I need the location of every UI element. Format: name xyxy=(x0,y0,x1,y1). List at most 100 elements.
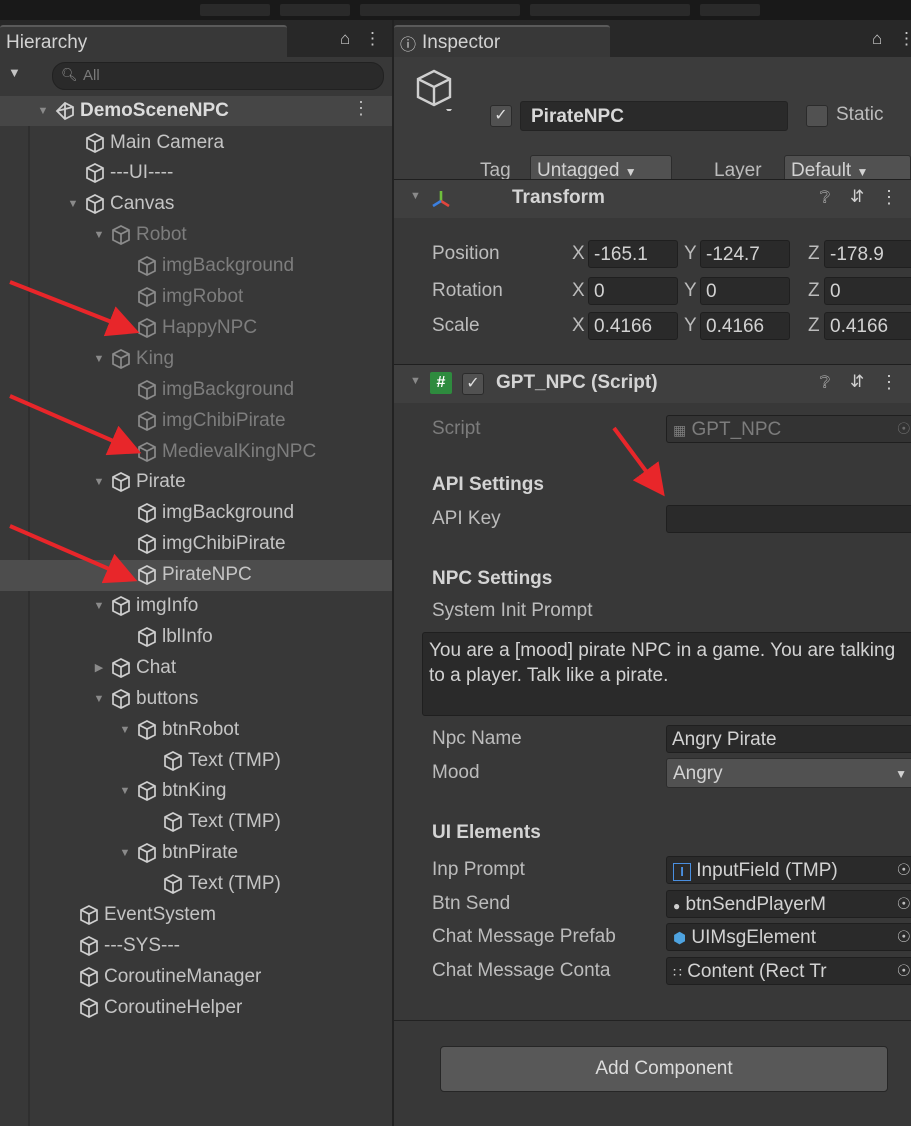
hierarchy-item[interactable]: Main Camera xyxy=(0,127,392,158)
hierarchy-item[interactable]: EventSystem xyxy=(0,900,392,931)
object-reference-field[interactable]: ∷ Content (Rect Tr ☉ xyxy=(666,956,911,985)
hierarchy-panel: Hierarchy ⌂ ⋮ ▼ 🔍︎ All ▼ DemoSceneNPC ⋮ … xyxy=(0,20,392,1126)
hierarchy-item[interactable]: imgBackground xyxy=(0,251,392,282)
hierarchy-item[interactable]: ▼ imgInfo xyxy=(0,591,392,622)
hierarchy-item[interactable]: Text (TMP) xyxy=(0,745,392,776)
transform-x-input[interactable]: 0 xyxy=(588,277,678,305)
object-reference-field[interactable]: I InputField (TMP) ☉ xyxy=(666,856,911,884)
transform-header[interactable]: ▼ Transform ❔︎ ⇵ ⋮ xyxy=(394,179,911,218)
transform-value: 0.4166 xyxy=(594,316,653,337)
transform-x-input[interactable]: 0.4166 xyxy=(588,312,678,340)
expand-arrow-icon[interactable]: ▼ xyxy=(92,600,106,612)
hierarchy-item-label: Chat xyxy=(136,656,177,678)
static-checkbox[interactable]: ✓ xyxy=(806,105,828,127)
hierarchy-item[interactable]: PirateNPC xyxy=(0,559,392,591)
object-picker-icon[interactable]: ☉ xyxy=(893,890,911,917)
preset-sliders-icon[interactable]: ⇵ xyxy=(850,372,864,392)
foldout-arrow-icon[interactable]: ▼ xyxy=(410,190,421,202)
hierarchy-item[interactable]: ▶ Chat xyxy=(0,652,392,683)
expand-arrow-icon[interactable]: ▼ xyxy=(66,198,80,210)
expand-arrow-icon[interactable]: ▼ xyxy=(118,785,132,797)
scene-row[interactable]: ▼ DemoSceneNPC ⋮ xyxy=(0,96,392,126)
expand-arrow-icon[interactable]: ▼ xyxy=(92,693,106,705)
kebab-menu-icon[interactable]: ⋮ xyxy=(364,29,381,49)
npc-name-input[interactable]: Angry Pirate xyxy=(666,725,911,753)
hierarchy-item[interactable]: lblInfo xyxy=(0,621,392,652)
foldout-arrow-icon[interactable]: ▼ xyxy=(410,375,421,387)
axis-y-label[interactable]: Y xyxy=(684,243,697,265)
lock-icon[interactable]: ⌂ xyxy=(340,29,350,49)
axis-y-label[interactable]: Y xyxy=(684,315,697,337)
axis-y-label[interactable]: Y xyxy=(684,280,697,302)
hierarchy-item[interactable]: imgRobot xyxy=(0,282,392,313)
scene-menu-icon[interactable]: ⋮ xyxy=(352,98,370,119)
hierarchy-item[interactable]: ▼ Canvas xyxy=(0,189,392,220)
expand-arrow-icon[interactable]: ▼ xyxy=(36,105,50,117)
hierarchy-item[interactable]: CoroutineManager xyxy=(0,961,392,992)
axis-z-label[interactable]: Z xyxy=(808,243,820,265)
search-input[interactable]: 🔍︎ All xyxy=(52,62,384,90)
gameobject-cube-icon[interactable] xyxy=(412,67,456,111)
expand-arrow-icon[interactable]: ▼ xyxy=(92,229,106,241)
hierarchy-item[interactable]: Text (TMP) xyxy=(0,869,392,900)
help-icon[interactable]: ❔︎ xyxy=(820,188,830,208)
transform-y-input[interactable]: 0 xyxy=(700,277,790,305)
component-menu-icon[interactable]: ⋮ xyxy=(880,372,898,393)
object-reference-field[interactable]: ⬢ UIMsgElement ☉ xyxy=(666,923,911,951)
script-component-header[interactable]: ▼ # ✓ GPT_NPC (Script) ❔︎ ⇵ ⋮ xyxy=(394,364,911,403)
transform-z-input[interactable]: 0.4166 xyxy=(824,312,911,340)
hierarchy-item[interactable]: imgChibiPirate xyxy=(0,529,392,560)
create-dropdown-icon[interactable]: ▼ xyxy=(8,65,21,80)
hierarchy-item[interactable]: ▼ King xyxy=(0,343,392,374)
expand-arrow-icon[interactable]: ▼ xyxy=(118,724,132,736)
hierarchy-item[interactable]: Text (TMP) xyxy=(0,807,392,838)
mood-dropdown[interactable]: Angry ▼ xyxy=(666,758,911,788)
tab-inspector[interactable]: ⓘ Inspector xyxy=(394,25,611,59)
transform-x-input[interactable]: -165.1 xyxy=(588,240,678,268)
expand-arrow-icon[interactable]: ▼ xyxy=(118,847,132,859)
add-component-button[interactable]: Add Component xyxy=(440,1046,888,1092)
expand-arrow-icon[interactable]: ▼ xyxy=(92,353,106,365)
preset-sliders-icon[interactable]: ⇵ xyxy=(850,187,864,207)
hierarchy-item[interactable]: imgChibiPirate xyxy=(0,405,392,436)
transform-z-input[interactable]: -178.9 xyxy=(824,240,911,268)
hierarchy-item[interactable]: imgBackground xyxy=(0,374,392,405)
object-picker-icon[interactable]: ☉ xyxy=(893,957,911,984)
axis-x-label[interactable]: X xyxy=(572,315,585,337)
hierarchy-item[interactable]: imgBackground xyxy=(0,498,392,529)
gameobject-cube-icon xyxy=(138,317,156,338)
axis-x-label[interactable]: X xyxy=(572,243,585,265)
hierarchy-item[interactable]: ▼ Robot xyxy=(0,220,392,251)
hierarchy-item[interactable]: ▼ buttons xyxy=(0,683,392,714)
api-key-input[interactable] xyxy=(666,505,911,533)
hierarchy-item[interactable]: MedievalKingNPC xyxy=(0,436,392,467)
object-picker-icon[interactable]: ☉ xyxy=(893,857,911,883)
system-prompt-textarea[interactable]: You are a [mood] pirate NPC in a game. Y… xyxy=(422,632,911,716)
axis-z-label[interactable]: Z xyxy=(808,315,820,337)
axis-x-label[interactable]: X xyxy=(572,280,585,302)
hierarchy-item[interactable]: ▼ btnRobot xyxy=(0,714,392,745)
hierarchy-item[interactable]: ---SYS--- xyxy=(0,930,392,961)
expand-arrow-icon[interactable]: ▼ xyxy=(92,476,106,488)
hierarchy-item[interactable]: ▼ btnKing xyxy=(0,776,392,807)
component-menu-icon[interactable]: ⋮ xyxy=(880,187,898,208)
hierarchy-item[interactable]: HappyNPC xyxy=(0,312,392,343)
active-checkbox[interactable]: ✓ xyxy=(490,105,512,127)
lock-icon[interactable]: ⌂ xyxy=(872,29,882,49)
hierarchy-item[interactable]: ▼ Pirate xyxy=(0,467,392,498)
transform-y-input[interactable]: 0.4166 xyxy=(700,312,790,340)
object-picker-icon[interactable]: ☉ xyxy=(893,924,911,950)
object-name-field[interactable]: PirateNPC xyxy=(520,101,788,131)
collapse-arrow-icon[interactable]: ▶ xyxy=(92,661,106,674)
transform-y-input[interactable]: -124.7 xyxy=(700,240,790,268)
transform-z-input[interactable]: 0 xyxy=(824,277,911,305)
kebab-menu-icon[interactable]: ⋮ xyxy=(898,29,911,49)
object-reference-field[interactable]: ● btnSendPlayerM ☉ xyxy=(666,889,911,918)
help-icon[interactable]: ❔︎ xyxy=(820,373,830,393)
hierarchy-item[interactable]: CoroutineHelper xyxy=(0,992,392,1023)
tab-hierarchy[interactable]: Hierarchy xyxy=(0,25,288,59)
component-enabled-checkbox[interactable]: ✓ xyxy=(462,373,484,395)
hierarchy-item[interactable]: ---UI---- xyxy=(0,158,392,189)
axis-z-label[interactable]: Z xyxy=(808,280,820,302)
hierarchy-item[interactable]: ▼ btnPirate xyxy=(0,838,392,869)
